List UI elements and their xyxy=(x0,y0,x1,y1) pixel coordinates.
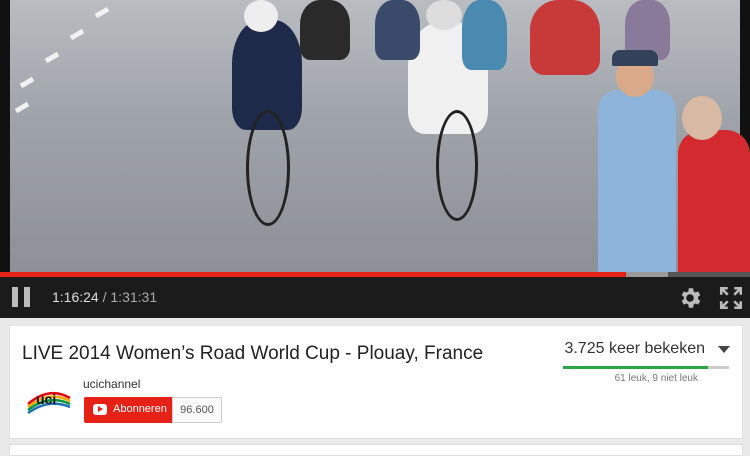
view-count: 3.725 keer bekeken xyxy=(564,340,705,357)
pause-icon[interactable] xyxy=(12,287,30,307)
video-border-left xyxy=(0,0,10,272)
bicycle-wheel xyxy=(246,110,290,226)
next-card xyxy=(9,444,743,456)
current-time: 1:16:24 xyxy=(52,289,99,305)
uci-logo-text: uci xyxy=(36,391,56,407)
road-marking xyxy=(69,28,85,41)
like-ratio-fill xyxy=(563,366,708,369)
uci-logo[interactable]: uci xyxy=(24,384,74,420)
fullscreen-icon[interactable] xyxy=(718,285,744,311)
subscribe-label: Abonneren xyxy=(113,403,167,415)
video-frame[interactable] xyxy=(0,0,750,272)
cyclist xyxy=(462,0,507,70)
cyclist-helmet xyxy=(244,0,278,32)
time-display: 1:16:24 / 1:31:31 xyxy=(52,289,157,305)
cyclist xyxy=(300,0,350,60)
video-info-card: LIVE 2014 Women’s Road World Cup - Ploua… xyxy=(9,325,743,439)
cyclist xyxy=(530,0,600,75)
player-controls: 1:16:24 / 1:31:31 xyxy=(0,277,750,318)
time-separator: / xyxy=(102,289,107,305)
gear-icon[interactable] xyxy=(677,285,703,311)
channel-name[interactable]: ucichannel xyxy=(83,377,140,391)
subscribe-button[interactable]: Abonneren xyxy=(84,397,172,423)
road-marking xyxy=(14,101,30,114)
youtube-icon xyxy=(93,404,107,415)
duration: 1:31:31 xyxy=(110,289,158,305)
cyclist-helmet xyxy=(426,0,462,30)
road-marking xyxy=(44,51,60,64)
police-officer xyxy=(598,90,676,272)
likes-text: 61 leuk, 9 niet leuk xyxy=(614,373,698,384)
like-ratio-bar xyxy=(563,366,729,369)
bicycle-wheel xyxy=(436,110,478,221)
road-marking xyxy=(94,6,110,19)
spectator-head xyxy=(682,96,722,140)
spectator xyxy=(678,130,750,272)
video-title: LIVE 2014 Women’s Road World Cup - Ploua… xyxy=(22,343,484,364)
subscriber-count: 96.600 xyxy=(172,397,222,423)
road-marking xyxy=(19,76,35,89)
chevron-down-icon[interactable] xyxy=(718,346,730,353)
officer-cap xyxy=(612,50,658,66)
cyclist xyxy=(375,0,420,60)
